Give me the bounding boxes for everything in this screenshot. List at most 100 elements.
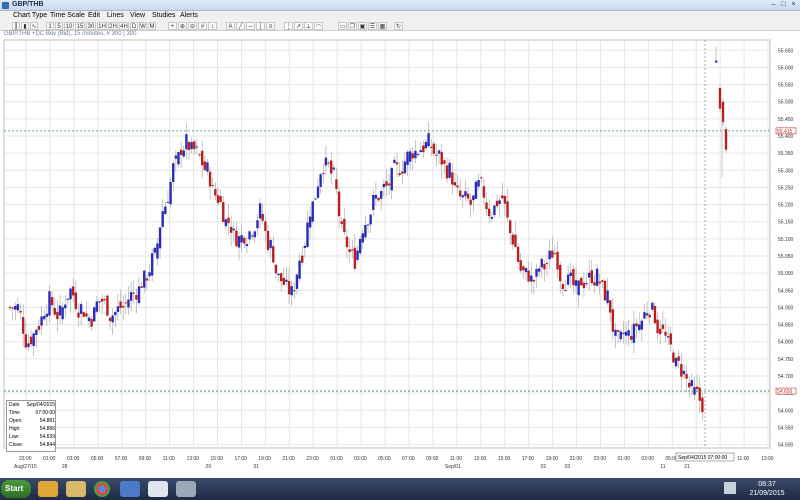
ohlc-bar bbox=[456, 185, 459, 188]
tf-d[interactable]: D bbox=[130, 22, 138, 30]
tf-15[interactable]: 15 bbox=[75, 22, 85, 30]
time-tick-label: 23:00 bbox=[19, 456, 32, 462]
ohlc-bar bbox=[632, 323, 636, 343]
ie-icon[interactable] bbox=[120, 481, 140, 497]
close-button[interactable]: × bbox=[789, 1, 798, 9]
ohlc-bar bbox=[35, 329, 38, 335]
folder-icon[interactable] bbox=[66, 481, 86, 497]
ohlc-bar bbox=[140, 286, 143, 288]
text-tool-icon[interactable]: A bbox=[226, 22, 235, 30]
tf-1[interactable]: 1 bbox=[46, 22, 54, 30]
zoom-out-icon[interactable]: ⊖ bbox=[188, 22, 197, 30]
tools-icon[interactable] bbox=[176, 481, 196, 497]
time-tick-label: 11:00 bbox=[737, 456, 749, 462]
ohlc-bar bbox=[424, 141, 428, 149]
vline-icon[interactable]: │ bbox=[256, 22, 265, 30]
tf-10[interactable]: 10 bbox=[64, 22, 74, 30]
menu-view[interactable]: View bbox=[130, 12, 145, 19]
price-chart[interactable]: 55.650 55.600 55.550 55.500 55.450 55.400 55.3… bbox=[0, 38, 800, 478]
chrome-icon[interactable] bbox=[94, 481, 110, 497]
date-tick-label: 11 bbox=[660, 464, 665, 470]
media-player-icon[interactable] bbox=[38, 481, 58, 497]
ohlc-bar bbox=[718, 88, 722, 109]
tf-5[interactable]: 5 bbox=[55, 22, 63, 30]
trendline-icon[interactable]: ╱ bbox=[236, 22, 245, 30]
clock-time: 08:37 bbox=[758, 481, 776, 488]
data-label: High: bbox=[9, 426, 21, 432]
ohlc-bar bbox=[250, 235, 254, 237]
menu-studies[interactable]: Studies bbox=[152, 12, 175, 19]
ohlc-bar bbox=[148, 272, 151, 277]
ohlc-bar bbox=[514, 234, 517, 248]
copy-icon[interactable]: ❐ bbox=[348, 22, 357, 30]
tf-4h[interactable]: 4H bbox=[119, 22, 129, 30]
ohlc-bar bbox=[224, 219, 228, 227]
ohlc-bar bbox=[435, 154, 438, 156]
clock[interactable]: 08:37 21/09/2015 bbox=[742, 480, 792, 498]
ohlc-bar bbox=[158, 227, 162, 249]
ohlc-bar bbox=[261, 213, 264, 221]
ohlc-bar bbox=[401, 171, 404, 174]
template-icon[interactable]: ▦ bbox=[378, 22, 387, 30]
chart-app-icon[interactable] bbox=[148, 481, 168, 497]
data-value: 07:00:00 bbox=[35, 410, 55, 416]
ohlc-bar bbox=[56, 311, 59, 320]
ohlc-bar bbox=[114, 311, 117, 316]
ohlc-bar bbox=[690, 380, 694, 387]
ohlc-bar bbox=[419, 150, 422, 153]
ohlc-bar bbox=[443, 160, 446, 164]
candle-chart-icon[interactable]: ▮ bbox=[21, 22, 29, 30]
tf-30[interactable]: 30 bbox=[86, 22, 96, 30]
ohlc-bar bbox=[569, 272, 572, 276]
tray-icon[interactable] bbox=[724, 482, 736, 494]
tf-1h[interactable]: 1H bbox=[97, 22, 107, 30]
price-tick-label: 54.700 bbox=[778, 374, 794, 380]
ohlc-bar bbox=[232, 228, 235, 231]
ohlc-bar bbox=[32, 333, 35, 346]
properties-icon[interactable]: ☰ bbox=[368, 22, 377, 30]
ohlc-bar bbox=[532, 279, 536, 282]
ohlc-bar bbox=[487, 208, 491, 217]
ohlc-bar bbox=[100, 298, 104, 302]
ohlc-bar bbox=[519, 260, 522, 271]
ohlc-bar bbox=[480, 177, 483, 179]
menu-alerts[interactable]: Alerts bbox=[180, 12, 198, 19]
time-tick-label: 17:00 bbox=[234, 456, 247, 462]
bar-chart-icon[interactable]: ┃ bbox=[12, 22, 20, 30]
menu-lines[interactable]: Lines bbox=[107, 12, 124, 19]
start-button[interactable]: Start bbox=[1, 480, 31, 498]
menu-chart-type[interactable]: Chart Type bbox=[13, 12, 47, 19]
ohlc-bar bbox=[643, 312, 646, 319]
save-icon[interactable]: ▣ bbox=[358, 22, 367, 30]
print-icon[interactable]: ▭ bbox=[338, 22, 347, 30]
measure-icon[interactable]: ⟂ bbox=[304, 22, 313, 30]
ohlc-bar bbox=[559, 264, 562, 282]
chart-canvas[interactable]: 55.650 55.600 55.550 55.500 55.450 55.400 55.3… bbox=[0, 38, 800, 478]
line-chart-icon[interactable]: ∿ bbox=[30, 22, 38, 30]
scale-icon[interactable]: ↕ bbox=[208, 22, 217, 30]
time-tick-label: 01:00 bbox=[617, 456, 630, 462]
tf-m[interactable]: M bbox=[148, 22, 156, 30]
ohlc-bar bbox=[508, 220, 512, 234]
maximize-button[interactable]: □ bbox=[779, 1, 788, 9]
crosshair-icon[interactable]: + bbox=[168, 22, 177, 30]
time-tick-label: 15:00 bbox=[498, 456, 511, 462]
menu-time-scale[interactable]: Time Scale bbox=[50, 12, 85, 19]
fibonacci-icon[interactable]: ⋮ bbox=[284, 22, 293, 30]
tf-w[interactable]: W bbox=[139, 22, 147, 30]
time-tick-label: 19:00 bbox=[546, 456, 559, 462]
menu-edit[interactable]: Edit bbox=[88, 12, 100, 19]
channel-icon[interactable]: ≡ bbox=[266, 22, 275, 30]
tf-2h[interactable]: 2H bbox=[108, 22, 118, 30]
hline-icon[interactable]: ─ bbox=[246, 22, 255, 30]
arrow-icon[interactable]: ↗ bbox=[294, 22, 303, 30]
ohlc-bar bbox=[119, 301, 122, 309]
ohlc-bar bbox=[666, 336, 670, 338]
time-tick-label: 21:00 bbox=[570, 456, 583, 462]
zoom-in-icon[interactable]: ⊕ bbox=[178, 22, 187, 30]
grid-icon[interactable]: # bbox=[198, 22, 207, 30]
ohlc-bar bbox=[498, 200, 501, 205]
cycle-icon[interactable]: ◠ bbox=[314, 22, 323, 30]
refresh-icon[interactable]: ↻ bbox=[394, 22, 403, 30]
minimize-button[interactable]: – bbox=[769, 1, 778, 9]
